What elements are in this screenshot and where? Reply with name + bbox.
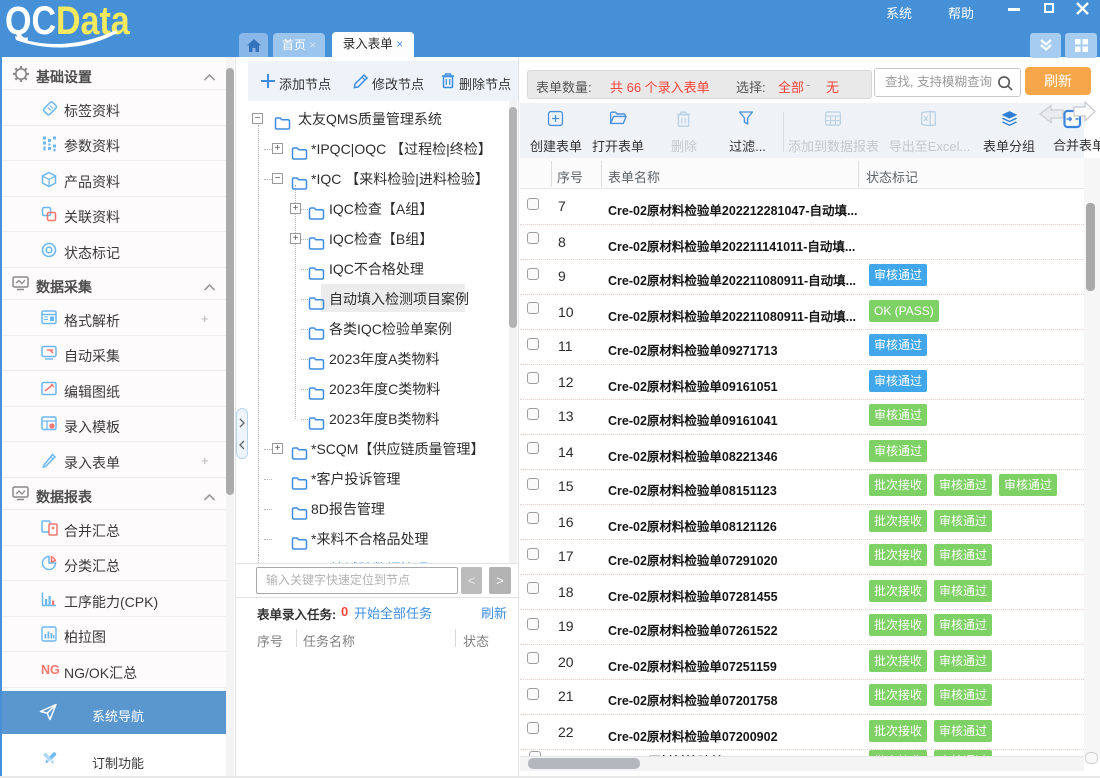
svg-text:QC: QC — [5, 1, 56, 43]
svg-text:NG: NG — [41, 663, 60, 676]
svg-text:Data: Data — [56, 1, 130, 43]
